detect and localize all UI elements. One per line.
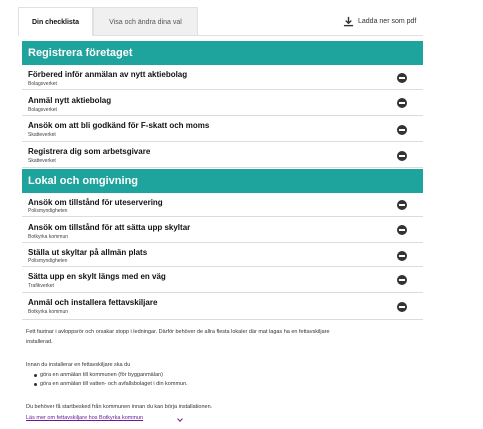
item-title: Ställa ut skyltar på allmän plats: [28, 248, 148, 257]
minus-circle-icon[interactable]: [397, 302, 407, 312]
detail-bullet-list: göra en anmälan till kommunen (för bygga…: [34, 371, 188, 389]
detail-paragraph: Fett fastnar i avloppsrör och orsakar st…: [26, 329, 330, 335]
detail-paragraph: Du behöver få startbesked från kommunen …: [26, 404, 213, 410]
checklist-item-expanded[interactable]: Anmäl och installera fettavskiljare Botk…: [22, 293, 423, 320]
download-pdf-link[interactable]: Ladda ner som pdf: [343, 14, 416, 28]
tab-visa-och-andra[interactable]: Visa och ändra dina val: [93, 7, 198, 36]
minus-circle-icon[interactable]: [397, 98, 407, 108]
checklist-item[interactable]: Ansök om att bli godkänd för F-skatt och…: [22, 116, 423, 142]
section-header-registrera: Registrera företaget: [22, 41, 423, 65]
tab-divider: [93, 35, 423, 36]
minus-circle-icon[interactable]: [397, 151, 407, 161]
link-text: Läs mer om fettavskiljare hos Botkyrka k…: [26, 415, 144, 421]
minus-circle-icon[interactable]: [397, 125, 407, 135]
download-icon: [343, 16, 354, 26]
item-title: Registrera dig som arbetsgivare: [28, 147, 151, 156]
item-subtitle: Bolagsverket: [28, 81, 57, 87]
botkyrka-link[interactable]: Läs mer om fettavskiljare hos Botkyrka k…: [26, 415, 143, 421]
checklist-item[interactable]: Registrera dig som arbetsgivare Skatteve…: [22, 142, 423, 168]
item-subtitle: Botkyrka kommun: [28, 234, 69, 240]
item-subtitle: Bolagsverket: [28, 107, 57, 113]
item-subtitle: Botkyrka kommun: [28, 309, 69, 315]
chevron-down-icon: [177, 416, 183, 422]
item-title: Anmäl nytt aktiebolag: [28, 96, 112, 105]
minus-circle-icon[interactable]: [397, 225, 407, 235]
checklist-item[interactable]: Ställa ut skyltar på allmän plats Polism…: [22, 243, 423, 267]
item-subtitle: Polismyndigheten: [28, 258, 68, 264]
list-item: göra en anmälan till kommunen (för bygga…: [34, 371, 188, 380]
list-item: göra en anmälan till vatten- och avfalls…: [34, 381, 188, 387]
checklist-item[interactable]: Sätta upp en skylt längs med en väg Traf…: [22, 267, 423, 293]
item-subtitle: Trafikverket: [28, 283, 54, 289]
item-title: Sätta upp en skylt längs med en väg: [28, 272, 166, 281]
section-header-lokal: Lokal och omgivning: [22, 169, 423, 193]
minus-circle-icon[interactable]: [397, 251, 407, 261]
download-label: Ladda ner som pdf: [358, 17, 417, 25]
checklist-item[interactable]: Förbered inför anmälan av nytt aktiebola…: [22, 65, 423, 90]
item-subtitle: Polismyndigheten: [28, 208, 68, 214]
checklist-item[interactable]: Anmäl nytt aktiebolag Bolagsverket: [22, 90, 423, 116]
item-title: Ansök om att bli godkänd för F-skatt och…: [28, 121, 210, 130]
minus-circle-icon[interactable]: [397, 73, 407, 83]
detail-paragraph: installerad.: [26, 339, 53, 345]
checklist-item[interactable]: Ansök om tillstånd för att sätta upp sky…: [22, 217, 423, 243]
item-title: Anmäl och installera fettavskiljare: [28, 298, 158, 307]
detail-paragraph: Innan du installerar en fettavskiljare s…: [26, 362, 131, 368]
item-subtitle: Skatteverket: [28, 132, 56, 138]
minus-circle-icon[interactable]: [397, 200, 407, 210]
item-subtitle: Skatteverket: [28, 158, 56, 164]
checklist-item[interactable]: Ansök om tillstånd för uteservering Poli…: [22, 193, 423, 217]
item-title: Förbered inför anmälan av nytt aktiebola…: [28, 70, 188, 79]
item-title: Ansök om tillstånd för att sätta upp sky…: [28, 223, 191, 232]
tab-din-checklista[interactable]: Din checklista: [18, 7, 93, 36]
minus-circle-icon[interactable]: [397, 275, 407, 285]
item-title: Ansök om tillstånd för uteservering: [28, 198, 163, 207]
